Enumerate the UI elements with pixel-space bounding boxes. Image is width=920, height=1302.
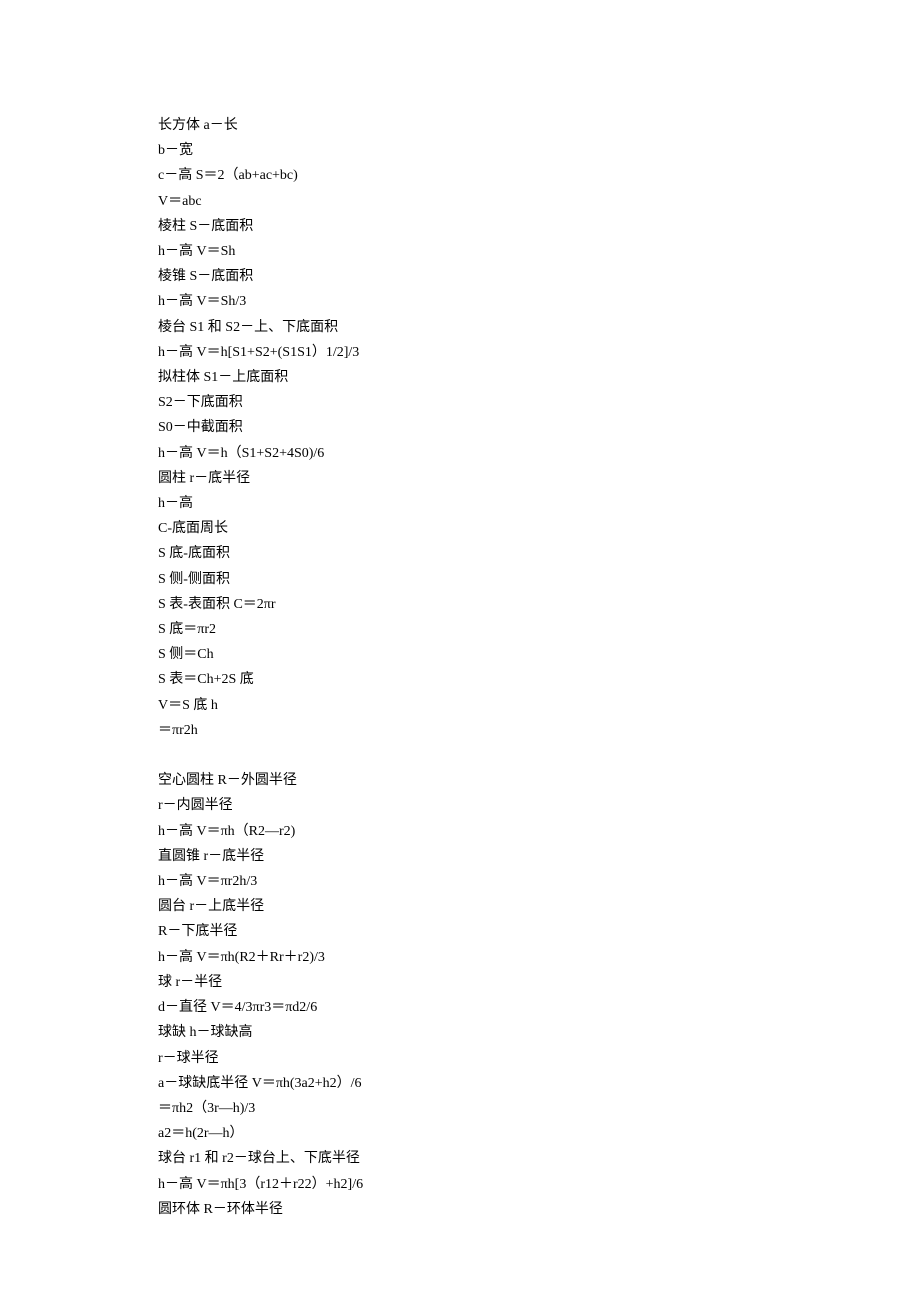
text-line: 圆台 r－上底半径 <box>158 894 758 919</box>
text-line: h－高 V＝h[S1+S2+(S1S1）1/2]/3 <box>158 340 758 365</box>
text-line: S 表-表面积 C＝2πr <box>158 592 758 617</box>
text-line: V＝abc <box>158 189 758 214</box>
text-line: r－内圆半径 <box>158 793 758 818</box>
text-line: 圆柱 r－底半径 <box>158 466 758 491</box>
text-line: h－高 <box>158 491 758 516</box>
text-line: r－球半径 <box>158 1046 758 1071</box>
text-line: S 表＝Ch+2S 底 <box>158 667 758 692</box>
text-line: a－球缺底半径 V＝πh(3a2+h2）/6 <box>158 1071 758 1096</box>
text-line: h－高 V＝Sh <box>158 239 758 264</box>
text-line: 棱台 S1 和 S2－上、下底面积 <box>158 315 758 340</box>
text-line: d－直径 V＝4/3πr3＝πd2/6 <box>158 995 758 1020</box>
text-line: 空心圆柱 R－外圆半径 <box>158 768 758 793</box>
document-body: 长方体 a－长 b－宽 c－高 S＝2（ab+ac+bc) V＝abc 棱柱 S… <box>158 113 758 1222</box>
text-line: R－下底半径 <box>158 919 758 944</box>
text-line: h－高 V＝πh(R2＋Rr＋r2)/3 <box>158 945 758 970</box>
text-line: 长方体 a－长 <box>158 113 758 138</box>
text-line: S 底-底面积 <box>158 541 758 566</box>
blank-line <box>158 743 758 768</box>
text-line: 圆环体 R－环体半径 <box>158 1197 758 1222</box>
text-line: S0－中截面积 <box>158 415 758 440</box>
text-line: h－高 V＝Sh/3 <box>158 289 758 314</box>
text-line: h－高 V＝h（S1+S2+4S0)/6 <box>158 441 758 466</box>
text-line: C-底面周长 <box>158 516 758 541</box>
text-line: h－高 V＝πr2h/3 <box>158 869 758 894</box>
text-line: 球 r－半径 <box>158 970 758 995</box>
text-line: 直圆锥 r－底半径 <box>158 844 758 869</box>
text-line: c－高 S＝2（ab+ac+bc) <box>158 163 758 188</box>
text-line: V＝S 底 h <box>158 693 758 718</box>
text-line: S 底＝πr2 <box>158 617 758 642</box>
text-line: a2＝h(2r—h） <box>158 1121 758 1146</box>
text-line: 棱柱 S－底面积 <box>158 214 758 239</box>
text-line: b－宽 <box>158 138 758 163</box>
text-line: ＝πr2h <box>158 718 758 743</box>
text-line: 拟柱体 S1－上底面积 <box>158 365 758 390</box>
text-line: S 侧-侧面积 <box>158 567 758 592</box>
text-line: 棱锥 S－底面积 <box>158 264 758 289</box>
text-line: h－高 V＝πh（R2—r2) <box>158 819 758 844</box>
text-line: 球缺 h－球缺高 <box>158 1020 758 1045</box>
text-line: 球台 r1 和 r2－球台上、下底半径 <box>158 1146 758 1171</box>
text-line: ＝πh2（3r—h)/3 <box>158 1096 758 1121</box>
text-line: h－高 V＝πh[3（r12＋r22）+h2]/6 <box>158 1172 758 1197</box>
text-line: S 侧＝Ch <box>158 642 758 667</box>
text-line: S2－下底面积 <box>158 390 758 415</box>
